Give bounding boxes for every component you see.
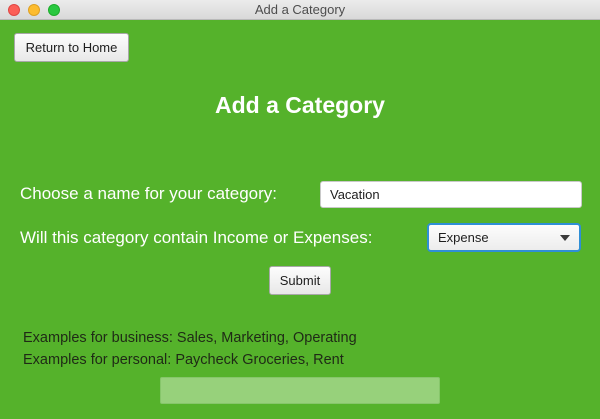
page-title: Add a Category [215,92,385,118]
chevron-down-icon [560,235,570,241]
category-type-label: Will this category contain Income or Exp… [20,228,373,247]
window-title: Add a Category [254,2,346,17]
title-bar: Add a Category [0,0,600,20]
business-examples-text: Examples for business: Sales, Marketing,… [23,330,357,346]
category-type-selected-value: Expense [438,230,489,245]
status-message-area [160,377,440,404]
submit-button[interactable]: Submit [269,266,331,295]
app-window: Add a Category Return to Home Add a Cate… [0,0,600,419]
category-type-select[interactable]: Expense [427,223,581,252]
return-home-button[interactable]: Return to Home [14,33,129,62]
category-name-label: Choose a name for your category: [20,184,278,203]
category-name-input[interactable] [320,181,582,208]
personal-examples-text: Examples for personal: Paycheck Grocerie… [23,352,344,368]
